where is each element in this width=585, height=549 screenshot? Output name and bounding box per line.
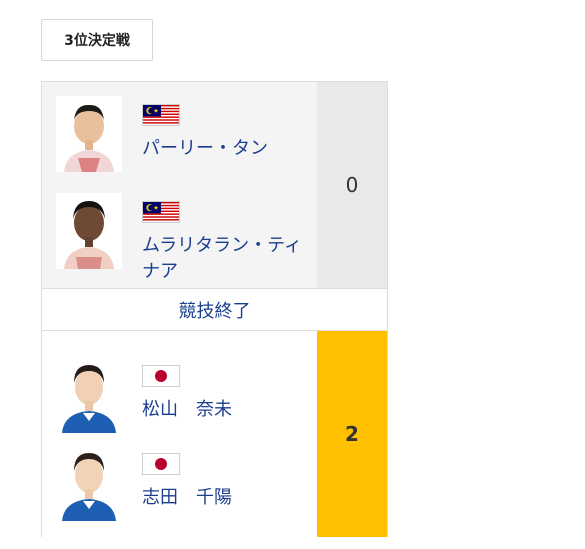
player-name[interactable]: ムラリタラン・ティナア	[142, 233, 312, 285]
player-photo	[56, 357, 122, 433]
player-photo	[56, 193, 122, 269]
player-name[interactable]: 松山 奈未	[142, 397, 312, 423]
player-card[interactable]: ムラリタラン・ティナア	[56, 193, 306, 282]
malaysia-flag-icon	[142, 201, 180, 223]
team-score-winner: 2	[317, 331, 387, 537]
japan-flag-icon	[142, 453, 180, 475]
player-name[interactable]: 志田 千陽	[142, 485, 312, 511]
stage-label: 3位決定戦	[41, 19, 153, 61]
team-score: 0	[317, 82, 387, 288]
player-card[interactable]: 松山 奈未	[56, 357, 306, 433]
japan-flag-icon	[142, 365, 180, 387]
player-name[interactable]: パーリー・タン	[142, 136, 312, 162]
match-card: パーリー・タン ムラリタラン・ティナア 0 競技終了 松山 奈未 志田 千陽 2	[41, 81, 388, 537]
player-card[interactable]: パーリー・タン	[56, 96, 306, 172]
malaysia-flag-icon	[142, 104, 180, 126]
team-top: パーリー・タン ムラリタラン・ティナア 0	[42, 82, 387, 288]
player-photo	[56, 96, 122, 172]
team-bottom: 松山 奈未 志田 千陽 2	[42, 330, 387, 537]
match-status: 競技終了	[42, 288, 387, 330]
player-card[interactable]: 志田 千陽	[56, 445, 306, 521]
player-photo	[56, 445, 122, 521]
